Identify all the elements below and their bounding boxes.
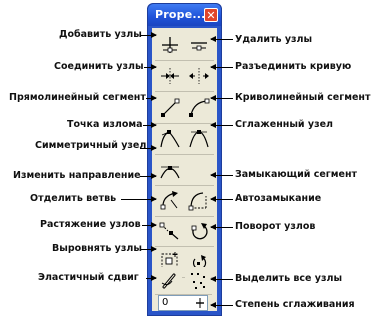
pointer-closing-segment [210, 172, 233, 178]
symmetric-node-button[interactable] [157, 157, 183, 183]
elastic-mode-button[interactable] [156, 267, 182, 293]
join-nodes-button[interactable] [157, 63, 183, 89]
label-cusp-node: Точка излома [67, 119, 143, 130]
pointer-select-all-nodes [210, 276, 233, 282]
label-align-nodes: Выровнять узлы [52, 243, 142, 254]
curved-segment-button[interactable] [186, 95, 212, 121]
select-all-nodes-icon [185, 267, 211, 293]
closing-segment-button[interactable] [186, 188, 212, 214]
label-smoothness: Степень сглаживания [235, 299, 355, 310]
pointer-smoothness [210, 302, 233, 308]
label-add-nodes: Добавить узлы [59, 29, 142, 40]
label-rotate-nodes: Поворот узлов [235, 221, 316, 232]
separator [155, 91, 214, 92]
cusp-node-icon [160, 130, 180, 148]
pointer-stretch-nodes [142, 222, 157, 228]
cusp-node-button[interactable] [157, 126, 183, 152]
pointer-align-nodes [141, 246, 157, 252]
label-symmetric-node: Симметричный узел [35, 140, 147, 151]
label-smooth-node: Сглаженный узел [235, 119, 333, 130]
pointer-symmetric-node [140, 145, 157, 151]
close-button[interactable]: ✕ [204, 8, 218, 22]
separator [155, 294, 212, 295]
break-curve-button[interactable] [186, 63, 212, 89]
label-auto-close: Автозамыкание [235, 193, 322, 204]
label-select-all-nodes: Выделить все узлы [235, 273, 343, 284]
smoothness-value: 0 [162, 297, 169, 308]
window-title: Prope... [155, 8, 206, 21]
pointer-add-nodes [140, 32, 157, 38]
separator [155, 123, 214, 124]
delete-nodes-button[interactable] [186, 32, 212, 58]
closing-segment-icon [188, 192, 207, 211]
label-closing-segment: Замыкающий сегмент [235, 169, 358, 180]
label-break-curve: Разъединить кривую [235, 61, 352, 72]
delete-node-icon [191, 42, 207, 51]
label-extract-subpath: Отделить ветвь [30, 193, 117, 204]
separator [155, 216, 214, 217]
add-node-icon [162, 37, 178, 53]
pointer-break-curve [210, 64, 233, 70]
pointer-cusp-node [143, 122, 157, 128]
pointer-smooth-node [210, 122, 233, 128]
pointer-rotate-nodes [210, 224, 233, 230]
add-nodes-button[interactable] [157, 32, 183, 58]
label-elastic-mode: Эластичный сдвиг [38, 272, 139, 283]
smooth-node-icon [189, 130, 209, 148]
straight-segment-button[interactable] [157, 95, 183, 121]
pointer-join-nodes [144, 64, 157, 70]
reverse-direction-icon [160, 191, 178, 210]
pointer-elastic-mode [146, 275, 157, 281]
pointer-delete-nodes [210, 36, 233, 42]
label-stretch-nodes: Растяжение узлов [40, 219, 141, 230]
pointer-extract-subpath [121, 196, 157, 202]
extract-subpath-icon [159, 222, 179, 240]
symmetric-node-icon [160, 166, 180, 179]
separator [155, 154, 214, 155]
label-curved-segment: Криволинейный сегмент [235, 92, 371, 103]
auto-close-icon [191, 223, 208, 240]
separator [155, 60, 214, 61]
smooth-node-button[interactable] [186, 126, 212, 152]
label-delete-nodes: Удалить узлы [235, 34, 313, 45]
pointer-curved-segment [210, 95, 233, 101]
separator [155, 185, 214, 186]
separator [155, 246, 214, 247]
pointer-auto-close [210, 196, 233, 202]
title-bar[interactable]: Prope... ✕ [148, 4, 221, 26]
slider-icon[interactable] [195, 298, 205, 308]
label-reverse-direction: Изменить направление [13, 170, 141, 181]
select-all-nodes-button[interactable] [185, 267, 211, 293]
label-join-nodes: Соединить узлы [54, 61, 144, 72]
pointer-straight-segment [146, 95, 157, 101]
auto-close-button[interactable] [186, 218, 212, 244]
label-straight-segment: Прямолинейный сегмент [9, 92, 146, 103]
smoothness-field[interactable]: 0 [158, 295, 208, 311]
join-nodes-icon [161, 68, 179, 84]
elastic-mode-icon [156, 267, 182, 293]
straight-segment-icon [161, 98, 180, 117]
reverse-direction-button[interactable] [157, 188, 183, 214]
break-curve-icon [189, 68, 209, 84]
pointer-reverse-direction [140, 173, 157, 179]
extract-subpath-button[interactable] [157, 218, 183, 244]
curved-segment-icon [189, 98, 210, 117]
